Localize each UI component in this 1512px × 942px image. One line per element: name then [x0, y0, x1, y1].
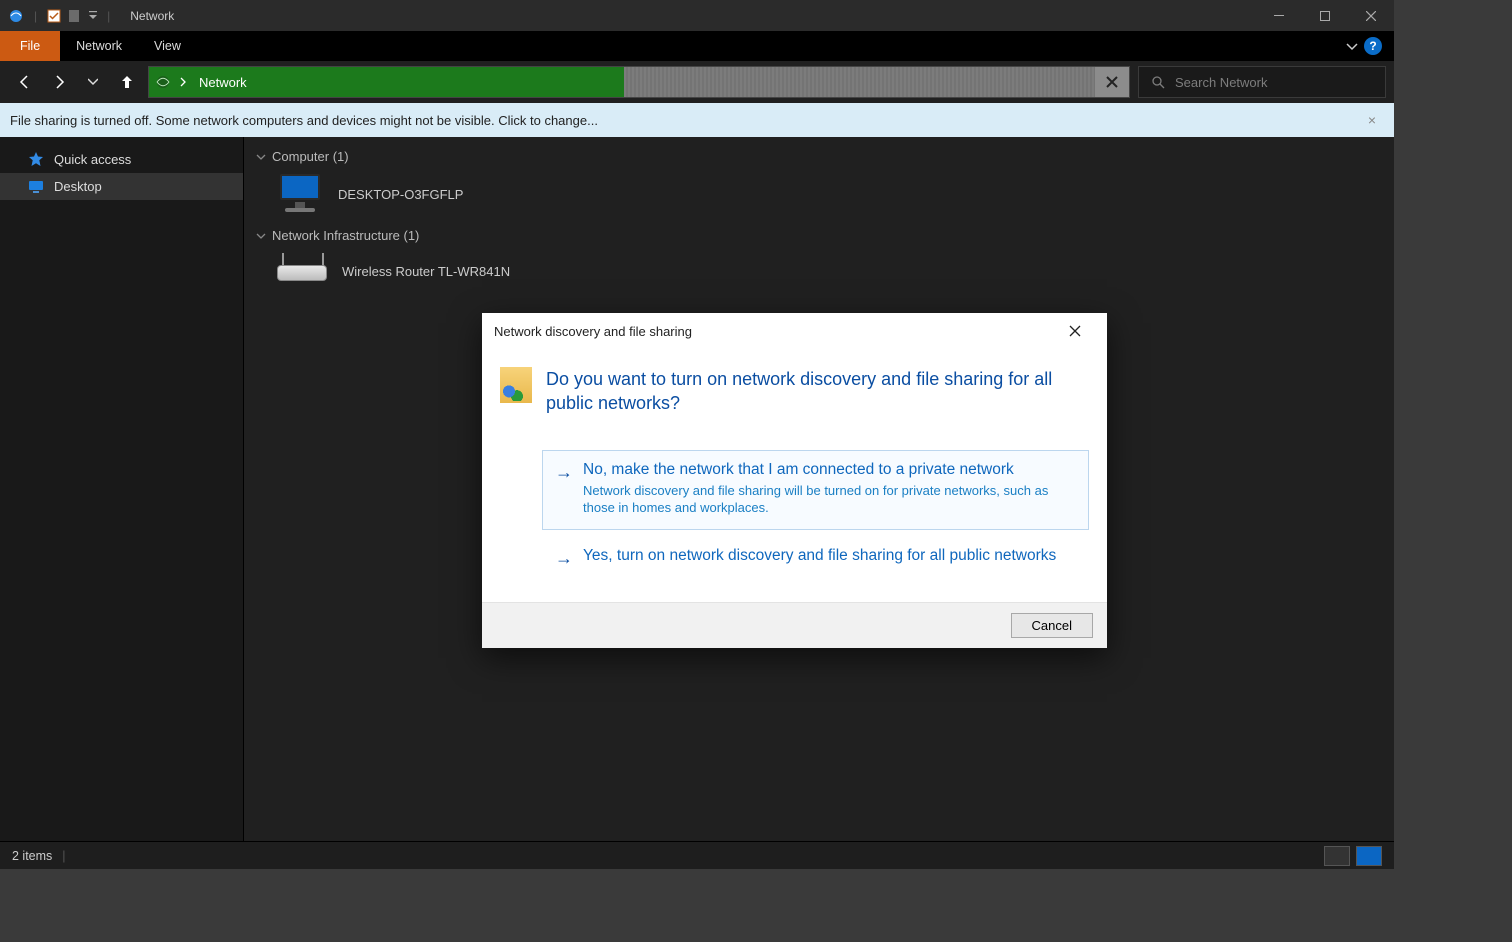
sidebar: Quick access Desktop	[0, 137, 244, 841]
item-label: DESKTOP-O3FGFLP	[338, 187, 463, 202]
dialog-titlebar: Network discovery and file sharing	[482, 313, 1107, 349]
qat-icon-1[interactable]	[47, 9, 61, 23]
qat-dropdown-icon[interactable]	[89, 11, 97, 21]
tab-view[interactable]: View	[138, 31, 197, 61]
ribbon-tabs: File Network View ?	[0, 31, 1394, 61]
window-title: Network	[130, 9, 174, 23]
option-title: No, make the network that I am connected…	[583, 461, 1076, 479]
sidebar-item-quick-access[interactable]: Quick access	[0, 145, 243, 173]
dialog-headline: Do you want to turn on network discovery…	[546, 367, 1089, 416]
dialog-title: Network discovery and file sharing	[494, 324, 692, 339]
back-button[interactable]	[12, 68, 38, 96]
chevron-down-icon	[256, 152, 266, 162]
sidebar-item-label: Quick access	[54, 152, 131, 167]
tab-network[interactable]: Network	[60, 31, 138, 61]
titlebar: | | Network	[0, 0, 1394, 31]
list-item-router[interactable]: Wireless Router TL-WR841N	[252, 247, 1386, 299]
arrow-right-icon: →	[555, 549, 573, 567]
search-placeholder: Search Network	[1175, 75, 1267, 90]
file-tab[interactable]: File	[0, 31, 60, 61]
history-dropdown[interactable]	[80, 68, 106, 96]
item-label: Wireless Router TL-WR841N	[342, 264, 510, 279]
computer-icon	[276, 174, 324, 214]
explorer-window: | | Network File	[0, 0, 1394, 869]
dialog-header-icon	[500, 367, 532, 403]
chevron-down-icon	[256, 231, 266, 241]
search-input[interactable]: Search Network	[1138, 66, 1386, 98]
chevron-right-icon[interactable]	[179, 77, 187, 87]
group-header-computer[interactable]: Computer (1)	[252, 145, 1386, 168]
group-header-label: Network Infrastructure (1)	[272, 228, 419, 243]
dialog-close-button[interactable]	[1055, 316, 1095, 346]
maximize-button[interactable]	[1302, 0, 1348, 31]
star-icon	[28, 151, 44, 167]
minimize-button[interactable]	[1256, 0, 1302, 31]
address-crumb-area[interactable]: Network	[149, 67, 624, 97]
search-icon	[1151, 75, 1165, 89]
desktop-icon	[28, 180, 44, 194]
forward-button[interactable]	[46, 68, 72, 96]
status-count: 2 items	[12, 849, 52, 863]
ribbon-collapse-icon[interactable]	[1346, 40, 1358, 52]
option-title: Yes, turn on network discovery and file …	[583, 547, 1056, 565]
network-icon	[155, 74, 171, 90]
status-bar: 2 items |	[0, 841, 1394, 869]
cancel-button[interactable]: Cancel	[1011, 613, 1093, 638]
address-crumb[interactable]: Network	[195, 75, 251, 90]
group-header-infrastructure[interactable]: Network Infrastructure (1)	[252, 224, 1386, 247]
option-public-network[interactable]: → Yes, turn on network discovery and fil…	[542, 536, 1089, 580]
app-icon	[8, 8, 24, 24]
list-item-computer[interactable]: DESKTOP-O3FGFLP	[252, 168, 1386, 224]
address-progress	[624, 67, 1095, 97]
option-private-network[interactable]: → No, make the network that I am connect…	[542, 450, 1089, 530]
arrow-right-icon: →	[555, 463, 573, 517]
sidebar-item-label: Desktop	[54, 179, 102, 194]
help-icon[interactable]: ?	[1364, 37, 1382, 55]
info-banner[interactable]: File sharing is turned off. Some network…	[0, 103, 1394, 137]
up-button[interactable]	[114, 68, 140, 96]
address-stop-icon[interactable]	[1095, 67, 1129, 97]
option-subtitle: Network discovery and file sharing will …	[583, 482, 1076, 517]
router-icon	[276, 253, 328, 289]
banner-close-icon[interactable]: ×	[1360, 112, 1384, 128]
view-details-button[interactable]	[1324, 846, 1350, 866]
group-header-label: Computer (1)	[272, 149, 349, 164]
sidebar-item-desktop[interactable]: Desktop	[0, 173, 243, 200]
nav-row: Network Search Network	[0, 61, 1394, 103]
dialog-network-discovery: Network discovery and file sharing Do yo…	[482, 313, 1107, 648]
view-icons-button[interactable]	[1356, 846, 1382, 866]
address-bar[interactable]: Network	[148, 66, 1130, 98]
close-button[interactable]	[1348, 0, 1394, 31]
banner-text: File sharing is turned off. Some network…	[10, 113, 598, 128]
qat-icon-2[interactable]	[67, 9, 81, 23]
